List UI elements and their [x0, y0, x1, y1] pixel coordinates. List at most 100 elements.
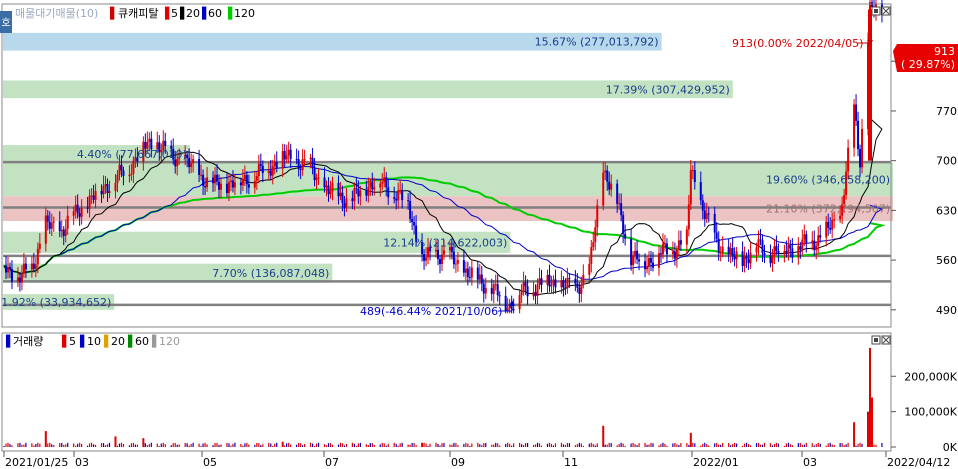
candle-body — [385, 177, 388, 188]
candle-body — [247, 184, 250, 188]
volume-bar — [435, 442, 437, 447]
volume-bar — [315, 443, 318, 447]
volume-zone — [3, 162, 893, 197]
volume-bar — [538, 443, 541, 447]
candle-body — [104, 184, 107, 186]
volume-bar — [861, 443, 863, 447]
volume-bar — [843, 444, 845, 447]
candle-body — [644, 261, 647, 270]
volume-tick-label: 0K — [943, 441, 958, 454]
volume-bar — [90, 442, 93, 447]
volume-bar — [743, 443, 746, 447]
candle-body — [438, 258, 441, 265]
volume-bar — [789, 444, 791, 447]
candle-body — [283, 150, 286, 160]
volume-bar — [61, 443, 63, 447]
candle-body — [231, 180, 234, 188]
candle-body — [397, 190, 400, 201]
volume-bar — [381, 442, 383, 447]
candle-body — [343, 202, 346, 208]
candle-body — [568, 278, 571, 280]
volume-bar — [855, 445, 857, 447]
candle-body — [632, 255, 635, 266]
candle-body — [604, 170, 607, 173]
candle-body — [164, 140, 167, 146]
candle-body — [367, 186, 370, 196]
price-tick-label: 560 — [936, 254, 957, 267]
volume-bar — [276, 442, 278, 447]
volume-bar — [228, 443, 230, 447]
price-tick-label: 490 — [936, 304, 957, 317]
candle-body — [677, 240, 680, 250]
volume-bar — [33, 445, 35, 447]
volume-bar — [521, 444, 523, 447]
candle-body — [650, 258, 653, 263]
candle-body — [703, 210, 706, 219]
volume-bar — [357, 443, 359, 447]
candle-body — [76, 204, 79, 214]
volume-bar — [214, 443, 216, 447]
candle-body — [315, 177, 318, 181]
candle-body — [554, 279, 557, 288]
high-annotation: 913(0.00% 2022/04/05) — [732, 37, 873, 50]
volume-bar — [79, 442, 81, 447]
volume-bar — [81, 443, 83, 447]
volume-bar — [451, 444, 453, 447]
volume-bar — [574, 445, 576, 447]
candle-body — [689, 170, 692, 205]
volume-spike-bar — [421, 442, 424, 447]
candle-body — [62, 229, 65, 236]
volume-bar — [341, 443, 344, 447]
volume-spike-bar — [142, 438, 145, 447]
candle-body — [66, 215, 69, 229]
volume-bar — [507, 442, 509, 447]
price-tick-label: 630 — [936, 204, 957, 217]
volume-bar — [373, 444, 375, 447]
volume-bar — [365, 444, 367, 447]
volume-bar — [411, 442, 413, 447]
volume-bar — [136, 444, 138, 447]
volume-bar — [383, 443, 385, 447]
volume-bar — [156, 443, 158, 447]
volume-bar — [144, 443, 146, 447]
candle-body — [811, 240, 814, 244]
volume-bar — [192, 442, 194, 447]
candle-body — [80, 207, 83, 217]
candle-body — [787, 245, 790, 253]
candle-body — [216, 174, 219, 182]
volume-bar — [379, 444, 381, 447]
candle-body — [476, 267, 479, 280]
volume-bar — [304, 444, 306, 447]
volume-bar — [646, 444, 648, 447]
candle-body — [64, 228, 67, 236]
legend-stock-name: 큐캐피탈 — [118, 7, 158, 20]
volume-bar — [610, 443, 612, 447]
volume-bar — [841, 443, 843, 447]
candle-body — [108, 191, 111, 194]
candle-body — [861, 128, 864, 168]
candle-body — [214, 174, 217, 184]
candle-body — [512, 309, 515, 311]
date-tick-label: 2022/04/12 — [887, 456, 950, 469]
candle-body — [327, 185, 330, 195]
volume-legend-60: 60 — [135, 335, 149, 348]
candle-body — [552, 279, 555, 286]
candle-body — [548, 274, 551, 287]
volume-bar — [491, 444, 493, 447]
volume-bar — [329, 442, 332, 447]
volume-bar — [592, 444, 594, 447]
candle-body — [369, 182, 372, 187]
candle-body — [827, 221, 830, 228]
volume-bar — [873, 444, 875, 447]
volume-bar — [327, 443, 330, 447]
volume-bar — [455, 443, 457, 447]
volume-zone-label: 1.92% (33,934,652) — [1, 296, 111, 309]
volume-bar — [176, 444, 178, 447]
volume-bar — [648, 444, 650, 447]
volume-bar — [497, 443, 499, 447]
volume-bar — [536, 442, 539, 447]
volume-bar — [562, 444, 565, 447]
volume-bar — [702, 443, 704, 447]
volume-bar — [560, 442, 563, 447]
candle-body — [454, 263, 457, 265]
